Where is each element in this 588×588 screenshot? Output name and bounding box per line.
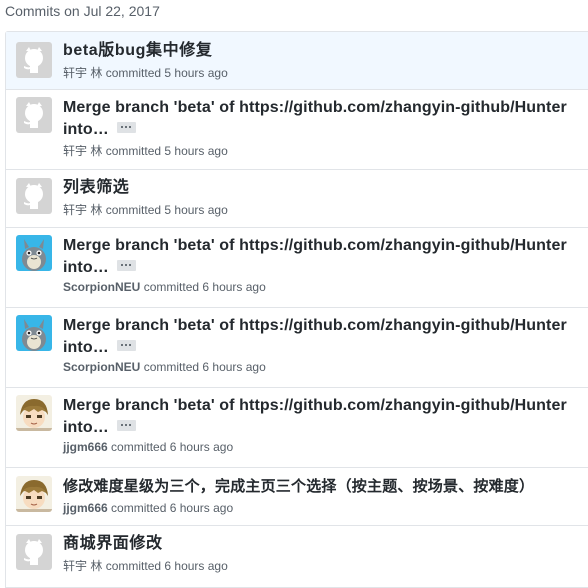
commit-row: 列表筛选 轩宇 林 committed 5 hours ago bbox=[6, 170, 588, 228]
commit-message-link[interactable]: 列表筛选 bbox=[63, 177, 588, 199]
commit-message-link[interactable]: Merge branch 'beta' of https://github.co… bbox=[63, 395, 588, 417]
commit-time: 6 hours ago bbox=[164, 559, 228, 573]
commit-author[interactable]: jjgm666 bbox=[63, 501, 108, 515]
identicon-icon[interactable] bbox=[16, 534, 52, 570]
commit-message-link[interactable]: Merge branch 'beta' of https://github.co… bbox=[63, 315, 588, 337]
commit-message-link[interactable]: 商城界面修改 bbox=[63, 533, 588, 555]
commit-date-header: Commits on Jul 22, 2017 bbox=[5, 3, 160, 19]
commit-row: Merge branch 'beta' of https://github.co… bbox=[6, 308, 588, 388]
commit-verb: committed bbox=[143, 360, 200, 374]
anime-avatar-icon[interactable] bbox=[16, 395, 52, 431]
commit-row: 修改难度星级为三个，完成主页三个选择（按主题、按场景、按难度） jjgm666 … bbox=[6, 468, 588, 526]
commit-message-continuation: into… bbox=[63, 417, 588, 439]
commit-message-continuation: into… bbox=[63, 257, 588, 279]
commit-verb: committed bbox=[105, 559, 162, 573]
commit-meta: 轩宇 林 committed 6 hours ago bbox=[63, 558, 228, 574]
commit-author[interactable]: 轩宇 林 bbox=[63, 66, 102, 80]
commit-message-continuation: into… bbox=[63, 337, 588, 359]
expand-message-button[interactable] bbox=[116, 340, 136, 352]
commit-author[interactable]: ScorpionNEU bbox=[63, 360, 140, 374]
commit-author[interactable]: 轩宇 林 bbox=[63, 144, 102, 158]
commit-time: 5 hours ago bbox=[164, 66, 228, 80]
commit-message-link[interactable]: 修改难度星级为三个，完成主页三个选择（按主题、按场景、按难度） bbox=[63, 476, 588, 498]
commit-author[interactable]: jjgm666 bbox=[63, 440, 108, 454]
commit-meta: 轩宇 林 committed 5 hours ago bbox=[63, 65, 228, 81]
commit-time: 6 hours ago bbox=[202, 360, 266, 374]
commit-list: beta版bug集中修复 轩宇 林 committed 5 hours ago … bbox=[5, 31, 588, 588]
commit-row: Merge branch 'beta' of https://github.co… bbox=[6, 90, 588, 170]
commit-row: Merge branch 'beta' of https://github.co… bbox=[6, 228, 588, 308]
commit-message-link[interactable]: Merge branch 'beta' of https://github.co… bbox=[63, 235, 588, 257]
commit-meta: jjgm666 committed 6 hours ago bbox=[63, 500, 233, 516]
commit-message-link[interactable]: Merge branch 'beta' of https://github.co… bbox=[63, 97, 588, 119]
commit-meta: ScorpionNEU committed 6 hours ago bbox=[63, 359, 266, 375]
commit-row: 商城界面修改 轩宇 林 committed 6 hours ago bbox=[6, 526, 588, 588]
commit-row: beta版bug集中修复 轩宇 林 committed 5 hours ago bbox=[6, 32, 588, 90]
commit-row: Merge branch 'beta' of https://github.co… bbox=[6, 388, 588, 468]
commit-author[interactable]: ScorpionNEU bbox=[63, 280, 140, 294]
commit-meta: ScorpionNEU committed 6 hours ago bbox=[63, 279, 266, 295]
commit-message-link-cont[interactable]: into… bbox=[63, 121, 109, 138]
commit-message-link-cont[interactable]: into… bbox=[63, 339, 109, 356]
identicon-icon[interactable] bbox=[16, 97, 52, 133]
anime-avatar-icon[interactable] bbox=[16, 476, 52, 512]
commit-verb: committed bbox=[105, 203, 162, 217]
totoro-avatar-icon[interactable] bbox=[16, 315, 52, 351]
totoro-avatar-icon[interactable] bbox=[16, 235, 52, 271]
identicon-icon[interactable] bbox=[16, 42, 52, 78]
commit-author[interactable]: 轩宇 林 bbox=[63, 203, 102, 217]
commit-meta: 轩宇 林 committed 5 hours ago bbox=[63, 202, 228, 218]
expand-message-button[interactable] bbox=[116, 260, 136, 272]
commit-verb: committed bbox=[105, 144, 162, 158]
commit-verb: committed bbox=[111, 501, 167, 515]
commit-message-link-cont[interactable]: into… bbox=[63, 419, 109, 436]
commit-time: 5 hours ago bbox=[164, 203, 228, 217]
commit-verb: committed bbox=[111, 440, 167, 454]
commit-verb: committed bbox=[105, 66, 162, 80]
commit-verb: committed bbox=[143, 280, 200, 294]
commit-message-continuation: into… bbox=[63, 119, 588, 141]
commit-message-link-cont[interactable]: into… bbox=[63, 259, 109, 276]
commit-meta: 轩宇 林 committed 5 hours ago bbox=[63, 143, 228, 159]
commit-message-link[interactable]: beta版bug集中修复 bbox=[63, 40, 588, 62]
commit-time: 6 hours ago bbox=[169, 440, 234, 454]
expand-message-button[interactable] bbox=[116, 420, 136, 432]
commit-meta: jjgm666 committed 6 hours ago bbox=[63, 439, 233, 455]
commit-time: 6 hours ago bbox=[169, 501, 234, 515]
commit-author[interactable]: 轩宇 林 bbox=[63, 559, 102, 573]
expand-message-button[interactable] bbox=[116, 122, 136, 134]
commit-time: 5 hours ago bbox=[164, 144, 228, 158]
identicon-icon[interactable] bbox=[16, 178, 52, 214]
commit-time: 6 hours ago bbox=[202, 280, 266, 294]
